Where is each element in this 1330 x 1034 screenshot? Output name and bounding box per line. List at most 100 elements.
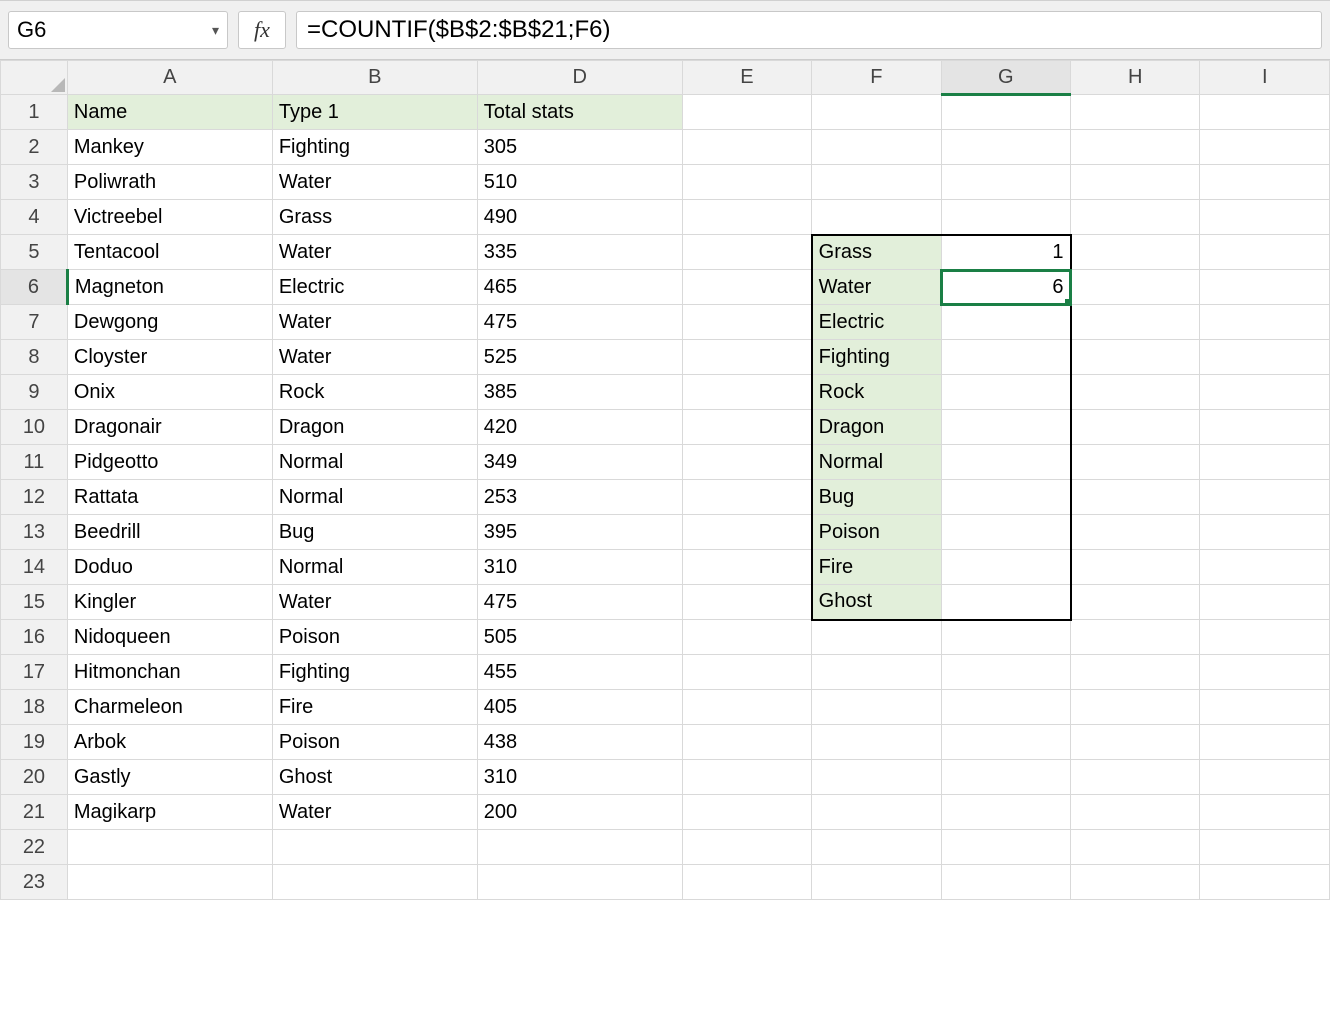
cell-I19[interactable] [1200,725,1330,760]
row-header-5[interactable]: 5 [1,235,68,270]
cell-I22[interactable] [1200,830,1330,865]
cell-I8[interactable] [1200,340,1330,375]
cell-B17[interactable]: Fighting [272,655,477,690]
cell-A20[interactable]: Gastly [67,760,272,795]
column-header-G[interactable]: G [941,61,1070,95]
cell-I1[interactable] [1200,95,1330,130]
formula-input[interactable]: =COUNTIF($B$2:$B$21;F6) [296,11,1322,49]
cell-F21[interactable] [812,795,941,830]
cell-B5[interactable]: Water [272,235,477,270]
cell-E2[interactable] [682,130,811,165]
cell-B11[interactable]: Normal [272,445,477,480]
cell-D23[interactable] [477,865,682,900]
row-header-6[interactable]: 6 [1,270,68,305]
cell-D8[interactable]: 525 [477,340,682,375]
cell-D20[interactable]: 310 [477,760,682,795]
cell-G7[interactable] [941,305,1070,340]
cell-I7[interactable] [1200,305,1330,340]
cell-B6[interactable]: Electric [272,270,477,305]
cell-H2[interactable] [1071,130,1200,165]
cell-A13[interactable]: Beedrill [67,515,272,550]
cell-H11[interactable] [1071,445,1200,480]
cell-A16[interactable]: Nidoqueen [67,620,272,655]
cell-E14[interactable] [682,550,811,585]
cell-H9[interactable] [1071,375,1200,410]
cell-I4[interactable] [1200,200,1330,235]
cell-H19[interactable] [1071,725,1200,760]
cell-D5[interactable]: 335 [477,235,682,270]
cell-I11[interactable] [1200,445,1330,480]
cell-B10[interactable]: Dragon [272,410,477,445]
cell-G12[interactable] [941,480,1070,515]
row-header-13[interactable]: 13 [1,515,68,550]
cell-E11[interactable] [682,445,811,480]
cell-G5[interactable]: 1 [941,235,1070,270]
cell-D16[interactable]: 505 [477,620,682,655]
cell-B20[interactable]: Ghost [272,760,477,795]
cell-D2[interactable]: 305 [477,130,682,165]
row-header-1[interactable]: 1 [1,95,68,130]
row-header-21[interactable]: 21 [1,795,68,830]
cell-A8[interactable]: Cloyster [67,340,272,375]
cell-B3[interactable]: Water [272,165,477,200]
cell-B21[interactable]: Water [272,795,477,830]
row-header-10[interactable]: 10 [1,410,68,445]
cell-E8[interactable] [682,340,811,375]
cell-F10[interactable]: Dragon [812,410,941,445]
cell-D22[interactable] [477,830,682,865]
cell-B23[interactable] [272,865,477,900]
cell-F4[interactable] [812,200,941,235]
cell-B18[interactable]: Fire [272,690,477,725]
cell-D19[interactable]: 438 [477,725,682,760]
cell-I2[interactable] [1200,130,1330,165]
cell-G14[interactable] [941,550,1070,585]
cell-H5[interactable] [1071,235,1200,270]
cell-E21[interactable] [682,795,811,830]
cell-D14[interactable]: 310 [477,550,682,585]
cell-D1[interactable]: Total stats [477,95,682,130]
cell-E1[interactable] [682,95,811,130]
cell-B16[interactable]: Poison [272,620,477,655]
cell-G18[interactable] [941,690,1070,725]
cell-H12[interactable] [1071,480,1200,515]
cell-B8[interactable]: Water [272,340,477,375]
cell-D10[interactable]: 420 [477,410,682,445]
cell-B1[interactable]: Type 1 [272,95,477,130]
cell-G13[interactable] [941,515,1070,550]
cell-H4[interactable] [1071,200,1200,235]
row-header-22[interactable]: 22 [1,830,68,865]
cell-I23[interactable] [1200,865,1330,900]
cell-I20[interactable] [1200,760,1330,795]
row-header-9[interactable]: 9 [1,375,68,410]
column-header-I[interactable]: I [1200,61,1330,95]
column-header-A[interactable]: A [67,61,272,95]
cell-G8[interactable] [941,340,1070,375]
cell-F13[interactable]: Poison [812,515,941,550]
cell-A19[interactable]: Arbok [67,725,272,760]
cell-A10[interactable]: Dragonair [67,410,272,445]
cell-A3[interactable]: Poliwrath [67,165,272,200]
cell-I9[interactable] [1200,375,1330,410]
fx-button[interactable]: fx [238,11,286,49]
cell-I14[interactable] [1200,550,1330,585]
cell-B22[interactable] [272,830,477,865]
row-header-4[interactable]: 4 [1,200,68,235]
cell-A7[interactable]: Dewgong [67,305,272,340]
cell-A11[interactable]: Pidgeotto [67,445,272,480]
cell-F19[interactable] [812,725,941,760]
cell-F5[interactable]: Grass [812,235,941,270]
cell-H22[interactable] [1071,830,1200,865]
cell-E4[interactable] [682,200,811,235]
cell-G22[interactable] [941,830,1070,865]
cell-H20[interactable] [1071,760,1200,795]
row-header-18[interactable]: 18 [1,690,68,725]
cell-A12[interactable]: Rattata [67,480,272,515]
cell-B7[interactable]: Water [272,305,477,340]
cell-I12[interactable] [1200,480,1330,515]
cell-B9[interactable]: Rock [272,375,477,410]
cell-D17[interactable]: 455 [477,655,682,690]
row-header-3[interactable]: 3 [1,165,68,200]
cell-I5[interactable] [1200,235,1330,270]
chevron-down-icon[interactable]: ▾ [212,22,219,39]
cell-A15[interactable]: Kingler [67,585,272,620]
